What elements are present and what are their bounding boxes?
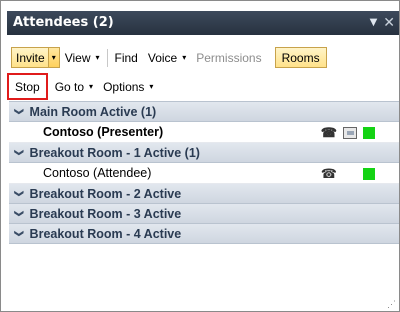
goto-label: Go to (54, 79, 85, 94)
attendee-status-icons: ☎ (321, 163, 375, 184)
screen-share-icon (343, 126, 357, 139)
stop-button[interactable]: Stop (7, 73, 48, 100)
chevron-down-icon: ▾ (182, 53, 187, 62)
attendee-list: ❯ Main Room Active (1) Contoso (Presente… (9, 101, 399, 312)
phone-icon: ☎ (320, 124, 337, 140)
goto-menu-button[interactable]: Go to ▾ (50, 76, 98, 97)
collapse-chevron-icon: ❯ (14, 209, 25, 218)
options-label: Options (103, 79, 145, 94)
panel-menu-icon[interactable]: ▼ (370, 11, 378, 35)
toolbar-secondary: Stop Go to ▾ Options ▾ (7, 73, 397, 100)
chevron-down-icon: ▾ (89, 82, 94, 91)
group-label: Main Room Active (1) (29, 104, 157, 119)
invite-dropdown[interactable]: ▾ (47, 48, 59, 67)
rooms-button[interactable]: Rooms (274, 47, 327, 68)
group-header-main-room[interactable]: ❯ Main Room Active (1) (9, 102, 399, 122)
chevron-down-icon: ▾ (95, 53, 100, 62)
online-status-icon (363, 126, 375, 139)
group-label: Breakout Room - 2 Active (29, 186, 182, 201)
collapse-chevron-icon: ❯ (14, 189, 25, 198)
attendee-name: Contoso (Presenter) (43, 125, 164, 139)
rooms-label: Rooms (281, 50, 320, 65)
group-label: Breakout Room - 3 Active (29, 206, 182, 221)
chevron-down-icon: ▾ (51, 53, 56, 62)
titlebar-controls: ▼ ✕ (370, 11, 395, 35)
resize-grip-icon[interactable]: ⋰ (387, 299, 396, 310)
view-menu-button[interactable]: View ▾ (60, 47, 105, 68)
collapse-chevron-icon: ❯ (14, 229, 25, 238)
invite-button[interactable]: Invite ▾ (11, 47, 60, 68)
find-button[interactable]: Find (110, 47, 143, 68)
online-status-icon (363, 167, 375, 180)
attendee-status-icons: ☎ (321, 122, 375, 143)
panel-title: Attendees (2) (13, 15, 114, 30)
toolbar-primary: Invite ▾ View ▾ Find Voice ▾ Permissions… (11, 46, 397, 69)
voice-label: Voice (147, 50, 178, 65)
panel-titlebar: Attendees (2) ▼ ✕ (7, 11, 399, 35)
permissions-button[interactable]: Permissions (191, 47, 266, 68)
group-header-breakout-1[interactable]: ❯ Breakout Room - 1 Active (1) (9, 143, 399, 163)
attendees-panel: Attendees (2) ▼ ✕ Invite ▾ View ▾ Find V… (0, 0, 400, 312)
invite-label: Invite (16, 50, 45, 65)
group-label: Breakout Room - 1 Active (1) (29, 145, 200, 160)
view-label: View (64, 50, 91, 65)
attendee-name: Contoso (Attendee) (43, 166, 152, 180)
collapse-chevron-icon: ❯ (14, 107, 25, 116)
chevron-down-icon: ▾ (149, 82, 154, 91)
attendee-row-presenter[interactable]: Contoso (Presenter) ☎ (9, 122, 399, 143)
collapse-chevron-icon: ❯ (14, 148, 25, 157)
group-header-breakout-2[interactable]: ❯ Breakout Room - 2 Active (9, 184, 399, 204)
options-menu-button[interactable]: Options ▾ (98, 76, 158, 97)
permissions-label: Permissions (196, 50, 262, 65)
group-header-breakout-3[interactable]: ❯ Breakout Room - 3 Active (9, 204, 399, 224)
group-label: Breakout Room - 4 Active (29, 226, 182, 241)
phone-icon: ☎ (320, 165, 337, 181)
close-icon[interactable]: ✕ (383, 11, 395, 35)
voice-menu-button[interactable]: Voice ▾ (143, 47, 191, 68)
toolbar-divider (106, 48, 108, 67)
find-label: Find (114, 50, 138, 65)
group-header-breakout-4[interactable]: ❯ Breakout Room - 4 Active (9, 224, 399, 244)
attendee-row-attendee[interactable]: Contoso (Attendee) ☎ (9, 163, 399, 184)
stop-label: Stop (15, 79, 40, 94)
